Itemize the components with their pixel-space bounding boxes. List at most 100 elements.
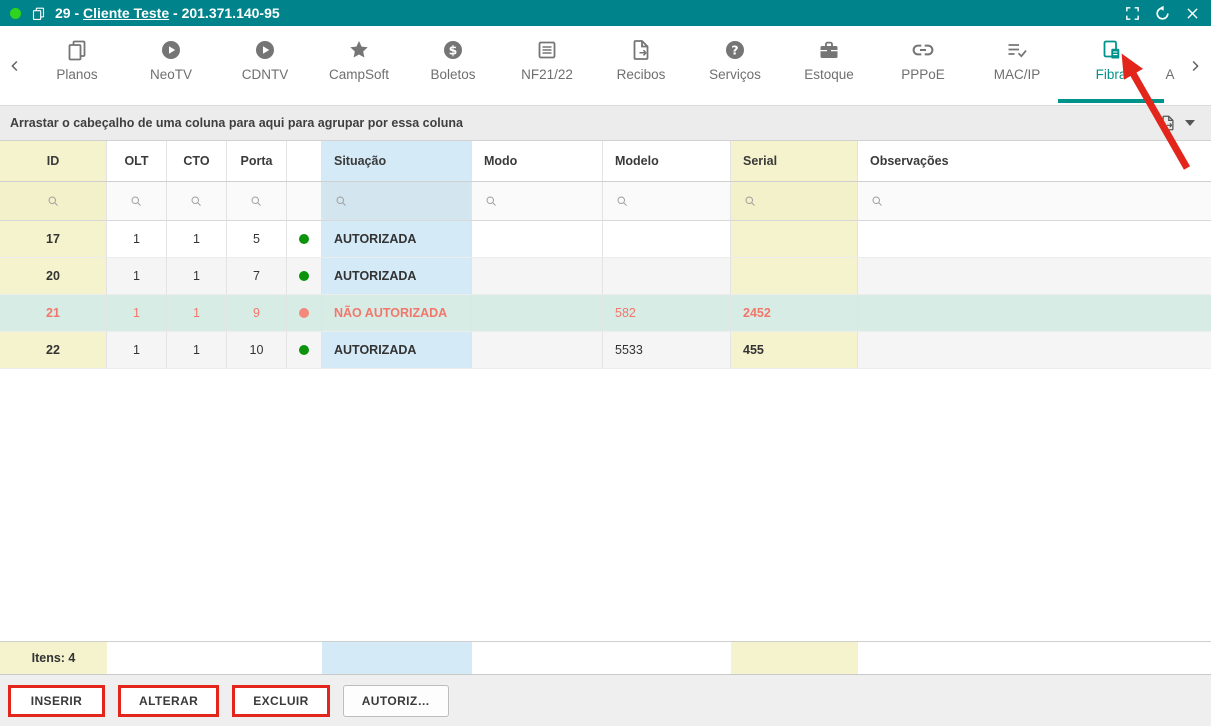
cell-observacoes[interactable] bbox=[858, 332, 1211, 369]
cell-serial[interactable]: 2452 bbox=[731, 295, 858, 332]
tab-a[interactable]: A bbox=[1158, 26, 1182, 105]
cell-id[interactable]: 22 bbox=[0, 332, 107, 369]
column-header-situacao[interactable]: Situação bbox=[322, 141, 472, 181]
cell-olt[interactable]: 1 bbox=[107, 295, 167, 332]
tab-label: MAC/IP bbox=[994, 67, 1041, 82]
grid-row-22[interactable]: 221110AUTORIZADA5533455 bbox=[0, 332, 1211, 369]
tab-label: CDNTV bbox=[242, 67, 289, 82]
cell-modo[interactable] bbox=[472, 332, 603, 369]
cell-olt[interactable]: 1 bbox=[107, 332, 167, 369]
cell-olt[interactable]: 1 bbox=[107, 258, 167, 295]
grid-row-17[interactable]: 17115AUTORIZADA bbox=[0, 221, 1211, 258]
tab-estoque[interactable]: Estoque bbox=[782, 26, 876, 105]
excluir-button[interactable]: EXCLUIR bbox=[232, 685, 329, 717]
autoriz-button[interactable]: AUTORIZ… bbox=[343, 685, 449, 717]
cell-modelo[interactable] bbox=[603, 221, 731, 258]
inserir-button[interactable]: INSERIR bbox=[8, 685, 105, 717]
filter-input-serial[interactable] bbox=[731, 182, 858, 220]
status-dot-red[interactable] bbox=[287, 295, 322, 332]
tab-boletos[interactable]: $Boletos bbox=[406, 26, 500, 105]
tab-campsoft[interactable]: CampSoft bbox=[312, 26, 406, 105]
search-icon bbox=[484, 194, 499, 209]
filter-input-id[interactable] bbox=[0, 182, 107, 220]
status-dot-green[interactable] bbox=[287, 258, 322, 295]
tab-recibos[interactable]: Recibos bbox=[594, 26, 688, 105]
cell-porta[interactable]: 9 bbox=[227, 295, 287, 332]
grid-row-21[interactable]: 21119NÃO AUTORIZADA5822452 bbox=[0, 295, 1211, 332]
cell-situacao[interactable]: AUTORIZADA bbox=[322, 221, 472, 258]
cell-id[interactable]: 17 bbox=[0, 221, 107, 258]
tabs-scroll-left-icon[interactable] bbox=[0, 26, 30, 105]
column-header-porta[interactable]: Porta bbox=[227, 141, 287, 181]
filter-input-modelo[interactable] bbox=[603, 182, 731, 220]
cell-serial[interactable]: 455 bbox=[731, 332, 858, 369]
tabs-scroll-right-icon[interactable] bbox=[1182, 26, 1208, 105]
column-header-serial[interactable]: Serial bbox=[731, 141, 858, 181]
tab-neotv[interactable]: NeoTV bbox=[124, 26, 218, 105]
client-name-link[interactable]: Cliente Teste bbox=[83, 5, 169, 21]
tab-servi-os[interactable]: ?Serviços bbox=[688, 26, 782, 105]
cell-serial[interactable] bbox=[731, 258, 858, 295]
cell-modo[interactable] bbox=[472, 221, 603, 258]
status-dot-green[interactable] bbox=[287, 332, 322, 369]
filter-input-cto[interactable] bbox=[167, 182, 227, 220]
cell-observacoes[interactable] bbox=[858, 258, 1211, 295]
column-header-cto[interactable]: CTO bbox=[167, 141, 227, 181]
cell-porta[interactable]: 10 bbox=[227, 332, 287, 369]
footer-cell-cto bbox=[167, 642, 227, 674]
column-header-status[interactable] bbox=[287, 141, 322, 181]
dollar-circle-icon: $ bbox=[441, 38, 465, 65]
tab-nf21-22[interactable]: NF21/22 bbox=[500, 26, 594, 105]
tab-planos[interactable]: Planos bbox=[30, 26, 124, 105]
column-header-modo[interactable]: Modo bbox=[472, 141, 603, 181]
column-header-id[interactable]: ID bbox=[0, 141, 107, 181]
export-icon[interactable] bbox=[1159, 114, 1177, 132]
cell-situacao[interactable]: AUTORIZADA bbox=[322, 258, 472, 295]
cell-cto[interactable]: 1 bbox=[167, 332, 227, 369]
cell-cto[interactable]: 1 bbox=[167, 295, 227, 332]
close-icon[interactable] bbox=[1184, 5, 1201, 22]
filter-input-modo[interactable] bbox=[472, 182, 603, 220]
export-menu-caret-icon[interactable] bbox=[1185, 120, 1195, 126]
cell-observacoes[interactable] bbox=[858, 221, 1211, 258]
column-header-olt[interactable]: OLT bbox=[107, 141, 167, 181]
cell-modo[interactable] bbox=[472, 295, 603, 332]
cell-modelo[interactable] bbox=[603, 258, 731, 295]
cell-porta[interactable]: 5 bbox=[227, 221, 287, 258]
tab-fibra[interactable]: Fibra bbox=[1064, 26, 1158, 105]
cell-modelo[interactable]: 5533 bbox=[603, 332, 731, 369]
cell-modo[interactable] bbox=[472, 258, 603, 295]
tab-cdntv[interactable]: CDNTV bbox=[218, 26, 312, 105]
status-dot-green[interactable] bbox=[287, 221, 322, 258]
refresh-icon[interactable] bbox=[1154, 5, 1171, 22]
cell-situacao[interactable]: NÃO AUTORIZADA bbox=[322, 295, 472, 332]
cell-observacoes[interactable] bbox=[858, 295, 1211, 332]
tab-label: Recibos bbox=[617, 67, 666, 82]
copy-icon[interactable] bbox=[31, 6, 46, 21]
cell-cto[interactable]: 1 bbox=[167, 258, 227, 295]
cell-cto[interactable]: 1 bbox=[167, 221, 227, 258]
cell-porta[interactable]: 7 bbox=[227, 258, 287, 295]
fullscreen-icon[interactable] bbox=[1124, 5, 1141, 22]
cell-id[interactable]: 20 bbox=[0, 258, 107, 295]
cell-id[interactable]: 21 bbox=[0, 295, 107, 332]
cell-serial[interactable] bbox=[731, 221, 858, 258]
svg-text:?: ? bbox=[731, 42, 738, 57]
tab-mac-ip[interactable]: MAC/IP bbox=[970, 26, 1064, 105]
client-window: 29 - Cliente Teste - 201.371.140-95 Plan… bbox=[0, 0, 1211, 726]
filter-input-observacoes[interactable] bbox=[858, 182, 1211, 220]
cell-olt[interactable]: 1 bbox=[107, 221, 167, 258]
column-header-observacoes[interactable]: Observações bbox=[858, 141, 1211, 181]
cell-modelo[interactable]: 582 bbox=[603, 295, 731, 332]
tab-strip: PlanosNeoTV CDNTV CampSoft$Boletos NF21/22 R… bbox=[30, 26, 1182, 105]
tab-label: NF21/22 bbox=[521, 67, 573, 82]
group-by-drop-zone[interactable]: Arrastar o cabeçalho de uma coluna para … bbox=[0, 105, 1211, 141]
alterar-button[interactable]: ALTERAR bbox=[118, 685, 219, 717]
cell-situacao[interactable]: AUTORIZADA bbox=[322, 332, 472, 369]
grid-row-20[interactable]: 20117AUTORIZADA bbox=[0, 258, 1211, 295]
tab-pppoe[interactable]: PPPoE bbox=[876, 26, 970, 105]
column-header-modelo[interactable]: Modelo bbox=[603, 141, 731, 181]
filter-input-olt[interactable] bbox=[107, 182, 167, 220]
filter-input-situacao[interactable] bbox=[322, 182, 472, 220]
filter-input-porta[interactable] bbox=[227, 182, 287, 220]
